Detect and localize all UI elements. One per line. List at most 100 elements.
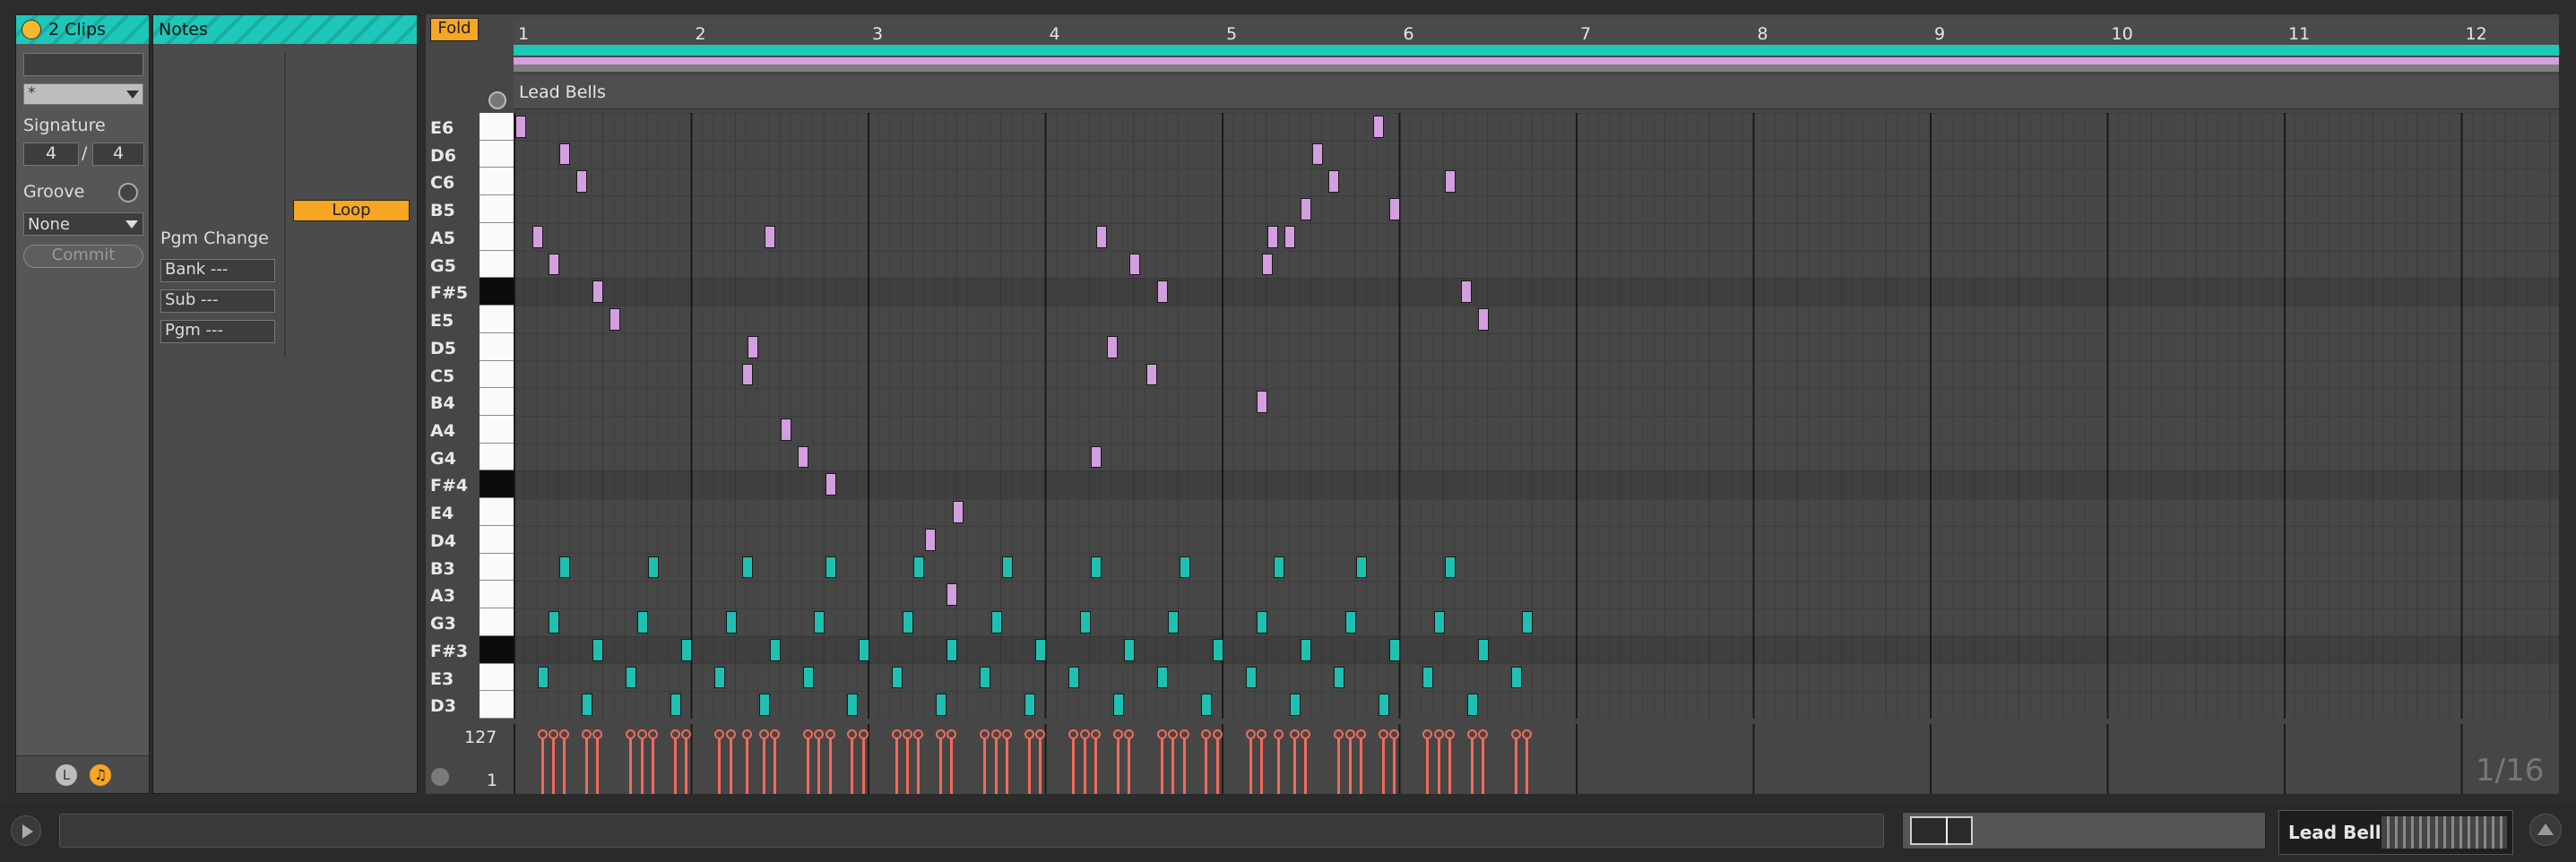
velocity-handle[interactable] — [1090, 729, 1101, 739]
midi-note[interactable] — [626, 666, 637, 689]
velocity-handle[interactable] — [1035, 729, 1046, 739]
velocity-stem[interactable] — [1182, 733, 1186, 794]
midi-note[interactable] — [1422, 666, 1434, 689]
velocity-handle[interactable] — [681, 729, 692, 739]
velocity-stem[interactable] — [1481, 733, 1484, 794]
velocity-stem[interactable] — [1127, 733, 1130, 794]
velocity-stem[interactable] — [1260, 733, 1264, 794]
piano-key[interactable] — [480, 470, 514, 499]
velocity-stem[interactable] — [1437, 733, 1440, 794]
velocity-handle[interactable] — [1024, 729, 1034, 739]
midi-note[interactable] — [903, 611, 914, 634]
velocity-stem[interactable] — [1027, 733, 1031, 794]
velocity-stem[interactable] — [1470, 733, 1474, 794]
midi-note[interactable] — [742, 556, 754, 579]
piano-key[interactable] — [480, 553, 514, 582]
velocity-stem[interactable] — [994, 733, 998, 794]
velocity-handle[interactable] — [1079, 729, 1090, 739]
velocity-handle[interactable] — [537, 729, 548, 739]
midi-note[interactable] — [797, 445, 808, 469]
velocity-stem[interactable] — [983, 733, 987, 794]
velocity-stem[interactable] — [1215, 733, 1219, 794]
midi-note[interactable] — [1433, 611, 1445, 634]
velocity-handle[interactable] — [626, 729, 636, 739]
midi-note[interactable] — [1477, 308, 1489, 331]
midi-note[interactable] — [609, 308, 620, 331]
velocity-stem[interactable] — [629, 733, 633, 794]
midi-note[interactable] — [559, 142, 571, 166]
velocity-handle[interactable] — [1344, 729, 1355, 739]
velocity-handle[interactable] — [725, 729, 736, 739]
velocity-handle[interactable] — [1179, 729, 1189, 739]
midi-note[interactable] — [1301, 198, 1312, 220]
note-icon[interactable]: ♫ — [90, 764, 111, 786]
piano-key[interactable] — [480, 113, 514, 141]
piano-key[interactable] — [480, 581, 514, 609]
midi-note[interactable] — [515, 116, 526, 138]
loop-brace[interactable] — [514, 45, 2559, 56]
midi-note[interactable] — [802, 666, 814, 689]
velocity-stem[interactable] — [762, 733, 765, 794]
midi-note[interactable] — [847, 694, 859, 716]
sub-field[interactable]: Sub --- — [160, 289, 275, 313]
velocity-stem[interactable] — [1094, 733, 1097, 794]
midi-note[interactable] — [1201, 694, 1213, 716]
midi-note[interactable] — [1389, 638, 1401, 661]
clip-color-icon[interactable] — [22, 20, 41, 39]
midi-note[interactable] — [1068, 666, 1080, 689]
midi-note[interactable] — [980, 666, 991, 689]
velocity-stem[interactable] — [746, 733, 749, 794]
midi-note[interactable] — [748, 335, 759, 358]
midi-note[interactable] — [537, 666, 549, 689]
velocity-stem[interactable] — [1116, 733, 1119, 794]
midi-note[interactable] — [1328, 170, 1340, 194]
velocity-handle[interactable] — [1433, 729, 1444, 739]
velocity-handle[interactable] — [1522, 729, 1533, 739]
groove-select[interactable]: None — [23, 212, 143, 236]
velocity-stem[interactable] — [906, 733, 910, 794]
velocity-stem[interactable] — [851, 733, 854, 794]
velocity-handle[interactable] — [582, 729, 592, 739]
velocity-stem[interactable] — [917, 733, 921, 794]
midi-note[interactable] — [681, 638, 693, 661]
midi-note[interactable] — [924, 528, 936, 551]
overview-scroll[interactable] — [1902, 812, 2266, 849]
velocity-handle[interactable] — [1123, 729, 1134, 739]
piano-key[interactable] — [480, 635, 514, 664]
midi-note[interactable] — [1156, 666, 1168, 689]
velocity-stem[interactable] — [1426, 733, 1430, 794]
velocity-stem[interactable] — [1304, 733, 1308, 794]
midi-note[interactable] — [1466, 694, 1478, 716]
midi-note[interactable] — [1267, 225, 1279, 248]
piano-key[interactable] — [480, 388, 514, 416]
piano-key[interactable] — [480, 525, 514, 554]
velocity-stem[interactable] — [950, 733, 954, 794]
midi-note[interactable] — [1123, 638, 1135, 661]
velocity-handle[interactable] — [825, 729, 835, 739]
velocity-play-icon[interactable] — [431, 768, 449, 786]
piano-key[interactable] — [480, 608, 514, 636]
velocity-stem[interactable] — [552, 733, 556, 794]
velocity-handle[interactable] — [1201, 729, 1212, 739]
pgm-field[interactable]: Pgm --- — [160, 320, 275, 343]
velocity-stem[interactable] — [729, 733, 732, 794]
piano-key[interactable] — [480, 250, 514, 279]
velocity-handle[interactable] — [1356, 729, 1367, 739]
midi-note[interactable] — [1156, 280, 1168, 304]
velocity-handle[interactable] — [814, 729, 825, 739]
velocity-handle[interactable] — [858, 729, 869, 739]
midi-note[interactable] — [913, 556, 925, 579]
launch-mode-button[interactable]: L — [56, 764, 77, 786]
midi-note[interactable] — [1079, 611, 1091, 634]
velocity-stem[interactable] — [1337, 733, 1341, 794]
velocity-handle[interactable] — [936, 729, 947, 739]
velocity-handle[interactable] — [559, 729, 570, 739]
midi-note[interactable] — [1112, 694, 1124, 716]
velocity-stem[interactable] — [806, 733, 809, 794]
midi-note[interactable] — [814, 611, 826, 634]
fold-button[interactable]: Fold — [430, 18, 479, 41]
piano-key[interactable] — [480, 691, 514, 719]
velocity-stem[interactable] — [828, 733, 832, 794]
velocity-handle[interactable] — [1273, 729, 1284, 739]
midi-note[interactable] — [1356, 556, 1368, 579]
